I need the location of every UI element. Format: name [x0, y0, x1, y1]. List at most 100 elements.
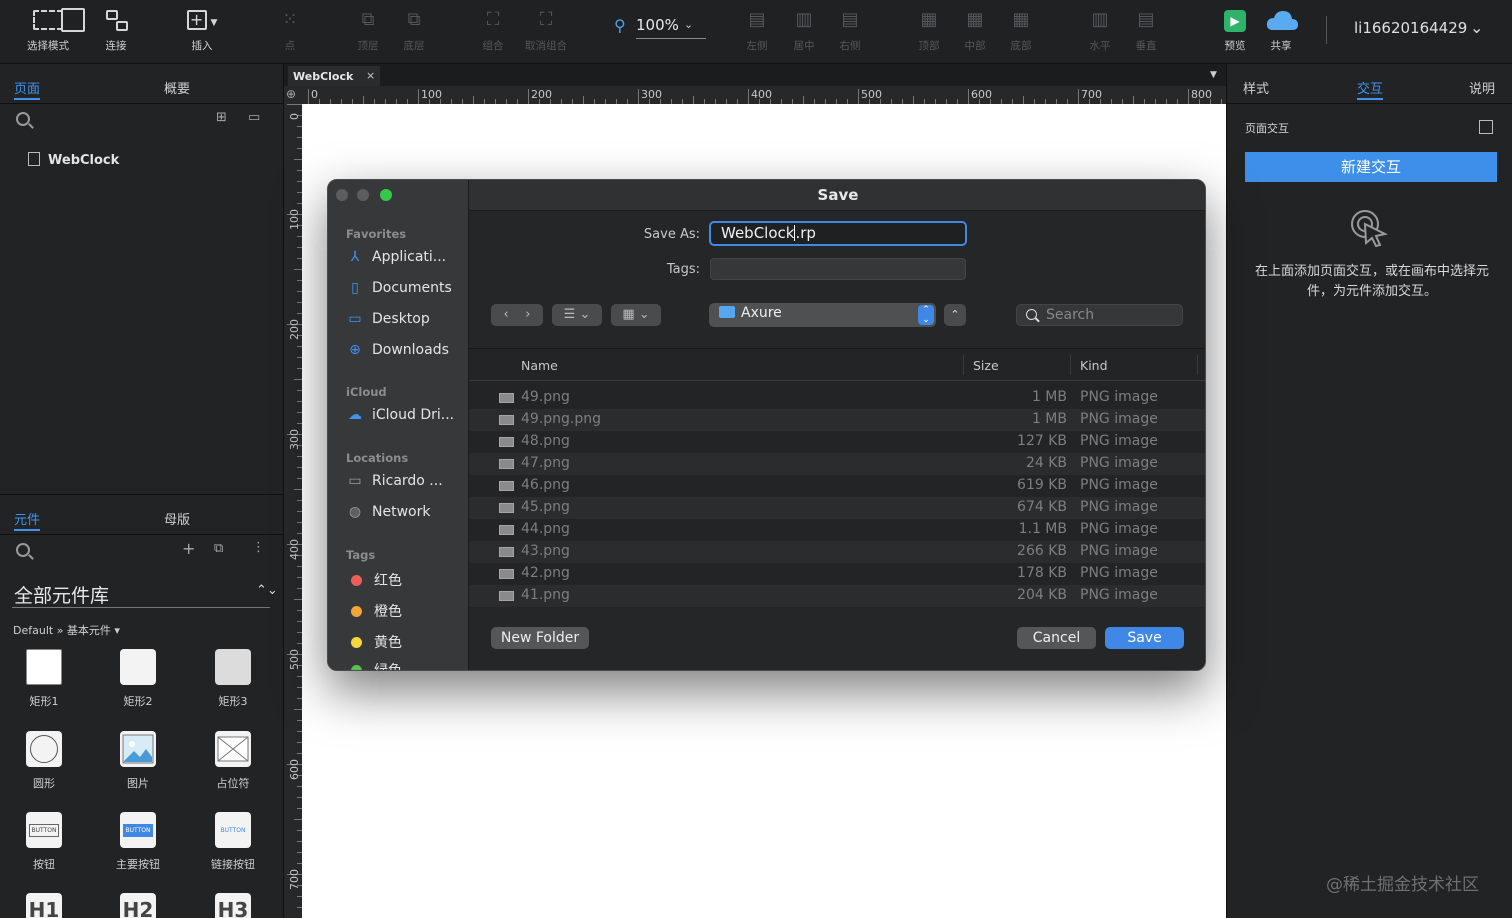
- widget-image[interactable]: 图片: [108, 731, 168, 791]
- widget-rectangle-3[interactable]: 矩形3: [203, 649, 263, 709]
- widget-heading-1[interactable]: H1: [14, 893, 74, 918]
- main-toolbar: 选择模式 连接 +▼ 插入 ⁙ 点 ⧉ 顶层 ⧉ 底层 ⛶ 组合 ⛶ 取消组合: [0, 0, 1512, 64]
- ungroup-button[interactable]: ⛶ 取消组合: [518, 0, 574, 64]
- tab-widgets[interactable]: 元件: [14, 509, 41, 531]
- column-name[interactable]: Name: [521, 358, 558, 373]
- point-button[interactable]: ⁙ 点: [262, 0, 318, 64]
- ruler-tick: [968, 89, 969, 104]
- minimize-window-button[interactable]: [357, 189, 369, 201]
- connect-button[interactable]: 连接: [88, 0, 144, 64]
- ruler-tick: [294, 599, 302, 600]
- tabs-dropdown-icon[interactable]: ▼: [1210, 70, 1217, 80]
- sidebar-header: iCloud: [346, 385, 387, 399]
- chevron-updown-icon[interactable]: ⌃⌄: [256, 583, 278, 598]
- page-item[interactable]: WebClock: [28, 152, 119, 168]
- widget-primary-button[interactable]: BUTTON 主要按钮: [108, 812, 168, 872]
- widget-circle[interactable]: 圆形: [14, 731, 74, 791]
- search-icon[interactable]: [16, 543, 30, 557]
- column-size[interactable]: Size: [973, 358, 999, 373]
- list-view-button[interactable]: ☰ ⌄: [552, 304, 602, 326]
- cancel-button[interactable]: Cancel: [1017, 627, 1096, 649]
- document-icon: ▯: [351, 280, 359, 296]
- h3-icon: H3: [215, 893, 251, 918]
- tab-style[interactable]: 样式: [1243, 78, 1269, 97]
- sidebar-item-documents[interactable]: ▯ Documents: [346, 280, 452, 296]
- align-bottom-button[interactable]: ▦ 底部: [993, 0, 1049, 64]
- file-row[interactable]: 45.png 674 KB PNG image: [469, 497, 1205, 519]
- collapse-button[interactable]: ⌃: [944, 304, 966, 326]
- document-tab-label: WebClock: [293, 70, 354, 83]
- tab-notes[interactable]: 说明: [1469, 78, 1495, 97]
- library-select[interactable]: 全部元件库: [14, 581, 109, 608]
- file-row[interactable]: 48.png 127 KB PNG image: [469, 431, 1205, 453]
- add-page-icon[interactable]: ⊞: [216, 110, 227, 125]
- file-row[interactable]: 41.png 204 KB PNG image: [469, 585, 1205, 607]
- send-back-button[interactable]: ⧉ 底层: [386, 0, 442, 64]
- group-view-button[interactable]: ▦ ⌄: [611, 304, 661, 326]
- add-library-icon[interactable]: +: [182, 539, 195, 558]
- file-row[interactable]: 46.png 619 KB PNG image: [469, 475, 1205, 497]
- sidebar-tag-orange[interactable]: 橙色: [346, 601, 402, 621]
- widget-heading-3[interactable]: H3: [203, 893, 263, 918]
- sidebar-tag-red[interactable]: 红色: [346, 570, 402, 590]
- close-window-button[interactable]: [336, 189, 348, 201]
- tab-masters[interactable]: 母版: [164, 509, 190, 528]
- back-forward-buttons[interactable]: ‹ ›: [491, 304, 543, 326]
- sidebar-item-computer[interactable]: ▭ Ricardo ...: [346, 473, 442, 489]
- sidebar-item-desktop[interactable]: ▭ Desktop: [346, 311, 429, 327]
- group-button[interactable]: ⛶ 组合: [465, 0, 521, 64]
- widget-label: 矩形3: [218, 695, 248, 708]
- location-select[interactable]: Axure ⌃ ⌄: [709, 303, 936, 327]
- zoom-select[interactable]: ⚲ 100% ⌄: [614, 14, 706, 39]
- align-right-button[interactable]: ▤ 右侧: [822, 0, 878, 64]
- file-row[interactable]: 47.png 24 KB PNG image: [469, 453, 1205, 475]
- sidebar-tag-green[interactable]: 绿色: [346, 660, 402, 670]
- widget-rectangle-1[interactable]: 矩形1: [14, 649, 74, 709]
- widget-placeholder[interactable]: 占位符: [203, 731, 263, 791]
- save-as-input[interactable]: WebClock.rp: [709, 221, 967, 246]
- insert-button[interactable]: + ▼ 插入: [174, 0, 230, 64]
- file-row[interactable]: 42.png 178 KB PNG image: [469, 563, 1205, 585]
- close-icon[interactable]: ×: [366, 69, 375, 82]
- sidebar-item-downloads[interactable]: ⊕ Downloads: [346, 342, 449, 358]
- file-row[interactable]: 49.png 1 MB PNG image: [469, 387, 1205, 409]
- document-tab[interactable]: WebClock ×: [288, 66, 380, 86]
- file-row[interactable]: 44.png 1.1 MB PNG image: [469, 519, 1205, 541]
- new-folder-button[interactable]: New Folder: [491, 627, 589, 649]
- forward-icon[interactable]: ›: [525, 307, 530, 322]
- tab-pages[interactable]: 页面: [14, 78, 41, 100]
- interaction-settings-icon[interactable]: [1479, 120, 1493, 134]
- sidebar-item-icloud-drive[interactable]: ☁ iCloud Dri...: [346, 407, 454, 423]
- new-interaction-button[interactable]: 新建交互: [1245, 152, 1497, 182]
- ruler-label: 300: [288, 429, 301, 450]
- library-copy-icon[interactable]: ⧉: [214, 541, 223, 556]
- user-menu[interactable]: li16620164429 ⌄: [1326, 0, 1506, 64]
- sidebar-item-applications[interactable]: ⅄ Applicati...: [346, 249, 446, 265]
- add-folder-icon[interactable]: ▭: [248, 110, 260, 125]
- widget-heading-2[interactable]: H2: [108, 893, 168, 918]
- file-name: 45.png: [521, 499, 570, 515]
- sidebar-item-network[interactable]: ◍ Network: [346, 504, 431, 520]
- tab-interactions[interactable]: 交互: [1357, 78, 1384, 100]
- applications-icon: ⅄: [350, 249, 360, 265]
- column-kind[interactable]: Kind: [1080, 358, 1108, 373]
- file-row[interactable]: 43.png 266 KB PNG image: [469, 541, 1205, 563]
- library-path[interactable]: Default » 基本元件 ▾: [13, 622, 120, 638]
- ruler-label: 400: [751, 88, 772, 101]
- file-row[interactable]: 49.png.png 1 MB PNG image: [469, 409, 1205, 431]
- save-button[interactable]: Save: [1105, 627, 1184, 649]
- share-button[interactable]: 共享: [1253, 0, 1309, 64]
- tab-outline[interactable]: 概要: [164, 78, 190, 97]
- sidebar-tag-yellow[interactable]: 黄色: [346, 632, 402, 652]
- search-input[interactable]: Search: [1016, 304, 1183, 326]
- zoom-window-button[interactable]: [380, 189, 392, 201]
- search-icon[interactable]: [16, 112, 30, 126]
- widget-rectangle-2[interactable]: 矩形2: [108, 649, 168, 709]
- widget-link-button[interactable]: BUTTON 链接按钮: [203, 812, 263, 872]
- distribute-vertical-button[interactable]: ▤ 垂直: [1118, 0, 1174, 64]
- insert-icon: + ▼: [186, 6, 218, 34]
- tags-input[interactable]: [710, 258, 966, 280]
- widget-button[interactable]: BUTTON 按钮: [14, 812, 74, 872]
- more-options-icon[interactable]: ⋮: [252, 540, 265, 555]
- back-icon[interactable]: ‹: [504, 307, 509, 322]
